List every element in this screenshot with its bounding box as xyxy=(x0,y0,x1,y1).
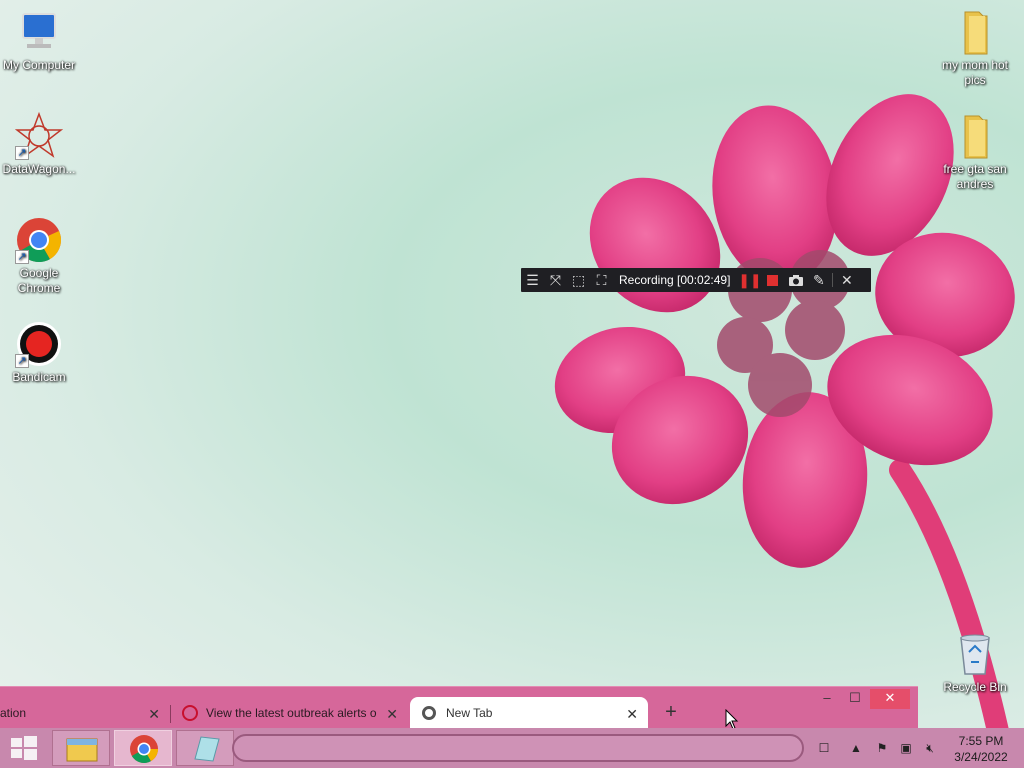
network-icon[interactable]: ▣ xyxy=(898,740,914,756)
clock-time: 7:55 PM xyxy=(958,734,1004,748)
tab-close-icon[interactable]: ✕ xyxy=(626,706,638,723)
desktop-icon-label: Google Chrome xyxy=(17,266,61,295)
desktop-icon-my-computer[interactable]: My Computer xyxy=(0,8,81,73)
desktop-icon-label: Bandicam xyxy=(12,370,66,384)
shortcut-arrow-icon: ↗ xyxy=(15,146,29,160)
desktop-icon-recycle-bin[interactable]: Recycle Bin xyxy=(933,630,1017,695)
show-hidden-icons-icon[interactable]: ▲ xyxy=(848,740,864,756)
recycle-bin-icon xyxy=(951,630,999,678)
notepad-icon xyxy=(194,736,220,762)
desktop-icon-label: Recycle Bin xyxy=(943,680,1007,694)
browser-window[interactable]: ation ✕ View the latest outbreak alerts … xyxy=(0,686,918,729)
pencil-icon[interactable]: ✎ xyxy=(807,268,830,292)
tab-title: New Tab xyxy=(446,706,493,720)
desktop-icon-datawagon[interactable]: ↗ DataWagon... xyxy=(0,111,81,177)
region-icon[interactable]: ⬚ xyxy=(567,268,590,292)
close-window-button[interactable]: ✕ xyxy=(870,689,910,709)
camera-icon[interactable] xyxy=(784,268,807,292)
bandicam-icon: ↗ xyxy=(15,320,63,368)
volume-muted-icon[interactable]: 🔇︎ xyxy=(922,740,938,756)
tab-close-icon[interactable]: ✕ xyxy=(148,706,160,723)
desktop-icon-bandicam[interactable]: ↗ Bandicam xyxy=(0,320,81,385)
taskbar-search-box[interactable] xyxy=(232,734,804,762)
browser-tab-active[interactable]: New Tab ✕ xyxy=(410,697,648,729)
datawagon-icon: ↗ xyxy=(14,111,64,160)
recording-toolbar[interactable]: ☰ ⤧ ⬚ ⛶ Recording [00:02:49] ❚❚ ✎ ✕ xyxy=(521,268,871,292)
windows-logo-icon xyxy=(11,736,37,760)
desktop-icon-folder-2[interactable]: free gta san andres xyxy=(933,112,1017,192)
desktop-icon-label: my mom hot pics xyxy=(941,58,1008,87)
action-center-flag-icon[interactable]: ⚑ xyxy=(874,740,890,756)
tab-close-icon[interactable]: ✕ xyxy=(386,706,398,723)
taskbar-chrome[interactable] xyxy=(114,730,172,766)
new-tab-button[interactable]: + xyxy=(660,702,682,724)
desktop-icon-folder-1[interactable]: my mom hot pics xyxy=(933,8,1017,88)
desktop-icon-label: My Computer xyxy=(2,58,76,72)
browser-tab[interactable]: ation ✕ xyxy=(0,697,170,729)
tab-favicon-icon xyxy=(182,705,198,721)
pause-icon[interactable]: ❚❚ xyxy=(738,268,761,292)
clock-date: 3/24/2022 xyxy=(954,750,1008,764)
shortcut-arrow-icon: ↗ xyxy=(15,250,29,264)
desktop-icon-google-chrome[interactable]: ↗ Google Chrome xyxy=(0,216,81,296)
chrome-icon xyxy=(130,735,158,763)
tab-title: ation xyxy=(0,706,27,720)
desktop-icon-label: DataWagon... xyxy=(2,162,76,176)
taskbar: ☐ ▲ ⚑ ▣ 🔇︎ 7:55 PM 3/24/2022 xyxy=(0,728,1024,768)
resize-icon[interactable]: ⤧ xyxy=(544,268,567,292)
folder-icon xyxy=(951,112,999,160)
tab-title: View the latest outbreak alerts o xyxy=(206,706,377,720)
browser-tab[interactable]: View the latest outbreak alerts o ✕ xyxy=(172,697,408,729)
recording-status: Recording [00:02:49] xyxy=(619,273,731,287)
desktop-icon-label: free gta san andres xyxy=(943,162,1007,191)
start-button[interactable] xyxy=(0,728,48,768)
tab-separator xyxy=(170,705,171,723)
wallpaper xyxy=(554,94,1015,751)
minimize-button[interactable]: – xyxy=(812,689,842,709)
stop-icon[interactable] xyxy=(761,268,784,292)
computer-icon xyxy=(15,8,63,56)
show-desktop-icon[interactable]: ☐ xyxy=(816,740,832,756)
maximize-button[interactable]: ☐ xyxy=(840,689,870,709)
shortcut-arrow-icon: ↗ xyxy=(15,354,29,368)
taskbar-notepad[interactable] xyxy=(176,730,234,766)
toolbar-separator xyxy=(832,273,834,287)
stop-square xyxy=(767,274,779,286)
taskbar-clock[interactable]: 7:55 PM 3/24/2022 xyxy=(946,733,1016,765)
folder-icon xyxy=(951,8,999,56)
chrome-favicon-icon xyxy=(422,706,436,720)
taskbar-file-explorer[interactable] xyxy=(52,730,110,766)
close-icon[interactable]: ✕ xyxy=(835,268,858,292)
file-explorer-icon xyxy=(66,738,98,762)
menu-icon[interactable]: ☰ xyxy=(521,268,544,292)
fullscreen-icon[interactable]: ⛶ xyxy=(590,268,613,292)
chrome-icon: ↗ xyxy=(15,216,63,264)
